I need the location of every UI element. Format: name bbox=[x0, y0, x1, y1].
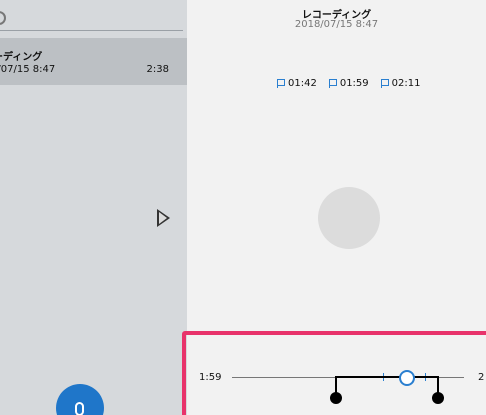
flag-icon bbox=[380, 79, 389, 88]
recording-duration: 2:38 bbox=[146, 64, 169, 75]
marker-list: 01:42 01:59 02:11 bbox=[277, 78, 420, 89]
marker-item[interactable]: 02:11 bbox=[380, 78, 421, 89]
recording-title: ーディング bbox=[0, 52, 43, 63]
search-icon[interactable] bbox=[0, 11, 6, 25]
recordings-list-pane: ーディング 8/07/15 8:47 2:38 bbox=[0, 0, 187, 415]
marker-time: 02:11 bbox=[391, 78, 421, 89]
microphone-icon bbox=[75, 402, 84, 415]
marker-time: 01:42 bbox=[288, 78, 317, 89]
marker-item[interactable]: 01:59 bbox=[328, 78, 369, 89]
highlight-box bbox=[182, 331, 486, 415]
flag-icon bbox=[277, 79, 285, 88]
recording-date: 8/07/15 8:47 bbox=[0, 64, 56, 75]
search-divider bbox=[0, 30, 183, 31]
marker-item[interactable]: 01:42 bbox=[277, 78, 317, 89]
flag-icon bbox=[328, 79, 337, 88]
marker-time: 01:59 bbox=[339, 78, 369, 89]
list-item[interactable]: ーディング 8/07/15 8:47 2:38 bbox=[0, 38, 187, 85]
recording-timestamp: 2018/07/15 8:47 bbox=[294, 19, 379, 30]
play-icon-cutout bbox=[159, 212, 167, 224]
play-button[interactable] bbox=[318, 187, 380, 249]
